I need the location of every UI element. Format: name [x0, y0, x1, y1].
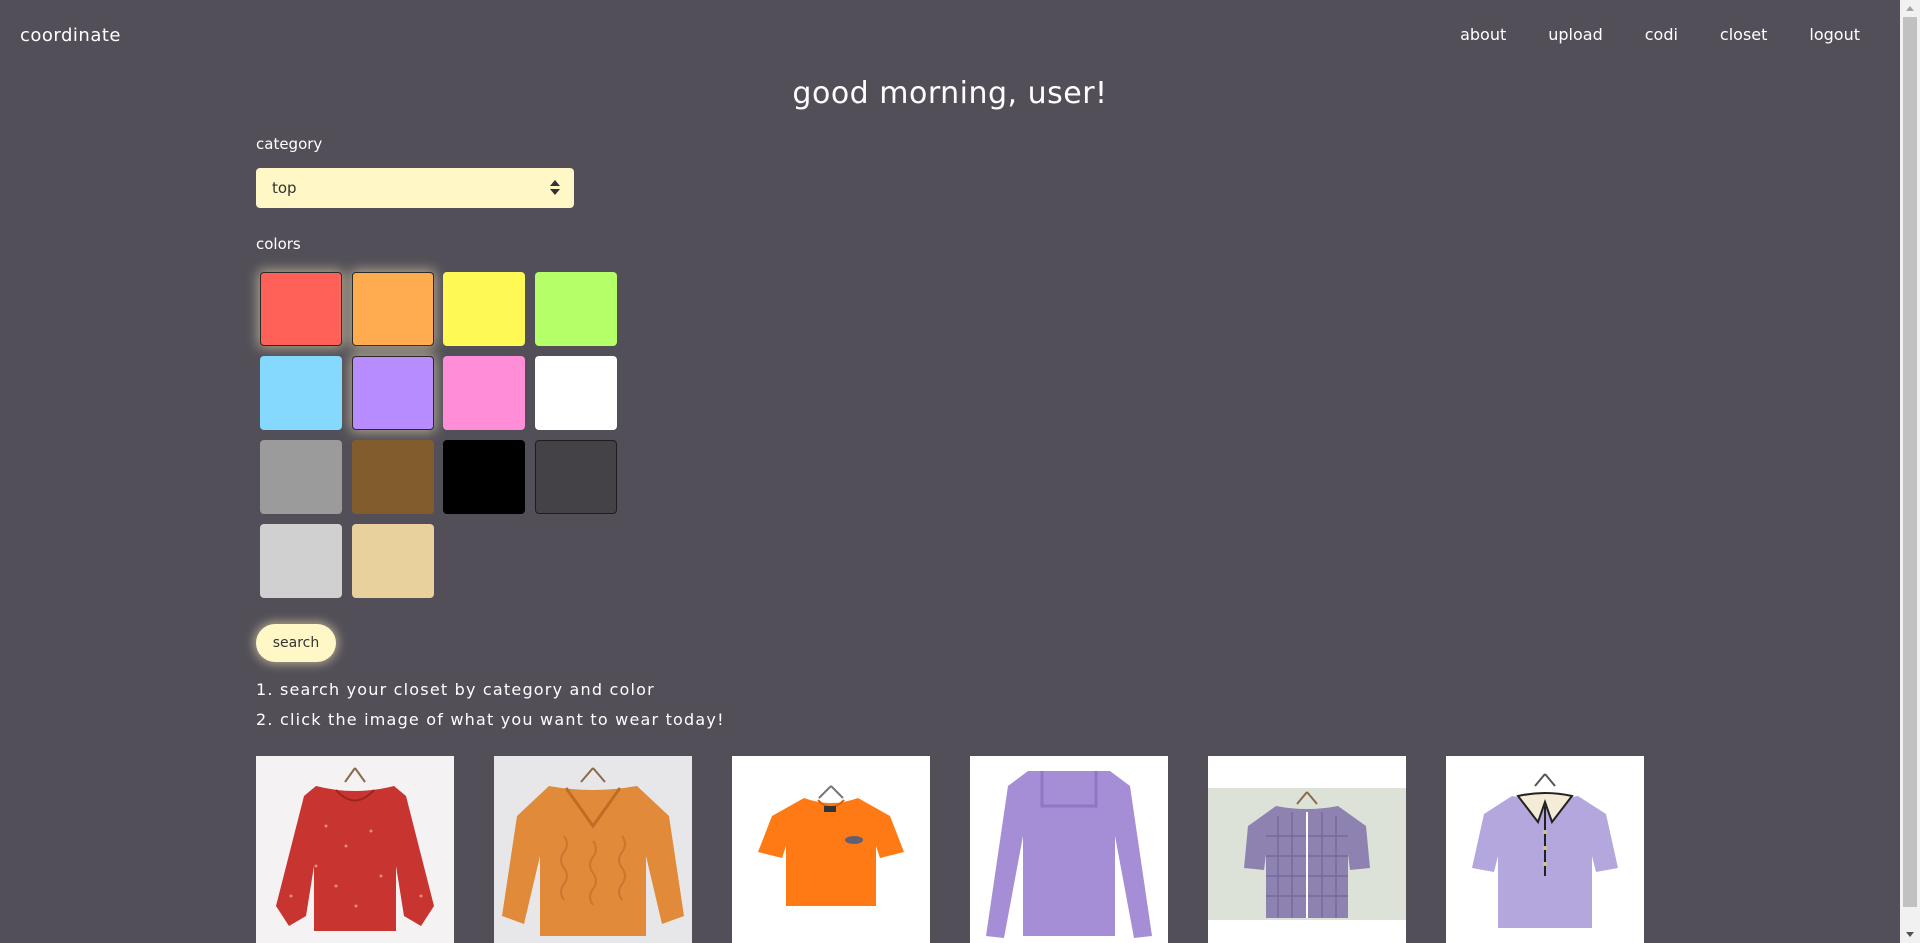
color-swatch-gray[interactable]: [260, 440, 342, 514]
color-swatch-white[interactable]: [535, 356, 617, 430]
purple-longsleeve-image: [970, 756, 1168, 943]
color-swatch-lightgray[interactable]: [260, 524, 342, 598]
instruction-step-1: 1. search your closet by category and co…: [256, 680, 655, 699]
result-item-purple-longsleeve[interactable]: [970, 756, 1168, 943]
color-swatch-charcoal[interactable]: [535, 440, 617, 514]
color-swatch-pink[interactable]: [443, 356, 525, 430]
nav-logout[interactable]: logout: [1809, 25, 1860, 44]
nav-codi[interactable]: codi: [1645, 25, 1678, 44]
color-swatch-orange[interactable]: [352, 272, 434, 346]
color-swatch-beige[interactable]: [352, 524, 434, 598]
orange-tshirt-image: [732, 756, 930, 943]
nav-upload[interactable]: upload: [1548, 25, 1603, 44]
color-swatch-green[interactable]: [535, 272, 617, 346]
red-blouse-image: [256, 756, 454, 943]
result-item-lavender-polo[interactable]: [1446, 756, 1644, 943]
greeting-title: good morning, user!: [792, 76, 1108, 111]
result-item-orange-tshirt[interactable]: [732, 756, 930, 943]
scrollbar-thumb[interactable]: [1903, 17, 1917, 907]
instruction-step-2: 2. click the image of what you want to w…: [256, 710, 725, 729]
page: coordinate about upload codi closet logo…: [0, 0, 1900, 943]
category-select-value: top: [272, 179, 297, 197]
color-swatch-brown[interactable]: [352, 440, 434, 514]
app-logo[interactable]: coordinate: [20, 25, 121, 46]
nav-closet[interactable]: closet: [1720, 25, 1767, 44]
top-nav: about upload codi closet logout: [1418, 25, 1860, 44]
colors-label: colors: [256, 235, 301, 253]
color-swatch-purple[interactable]: [352, 356, 434, 430]
select-arrows-icon: [550, 180, 560, 196]
scroll-up-icon[interactable]: [1900, 0, 1920, 17]
lavender-polo-image: [1446, 756, 1644, 943]
result-item-orange-knit-sweater[interactable]: [494, 756, 692, 943]
nav-about[interactable]: about: [1460, 25, 1506, 44]
orange-sweater-image: [494, 756, 692, 943]
result-item-red-blouse[interactable]: [256, 756, 454, 943]
category-label: category: [256, 135, 323, 153]
color-swatch-red[interactable]: [260, 272, 342, 346]
color-swatch-black[interactable]: [443, 440, 525, 514]
search-button[interactable]: search: [256, 624, 336, 662]
scroll-down-icon[interactable]: [1900, 926, 1920, 943]
result-item-purple-check-blouse[interactable]: [1208, 756, 1406, 943]
color-swatch-yellow[interactable]: [443, 272, 525, 346]
color-swatch-skyblue[interactable]: [260, 356, 342, 430]
category-select[interactable]: top: [256, 168, 574, 208]
vertical-scrollbar[interactable]: [1900, 0, 1920, 943]
purple-check-blouse-image: [1208, 756, 1406, 943]
